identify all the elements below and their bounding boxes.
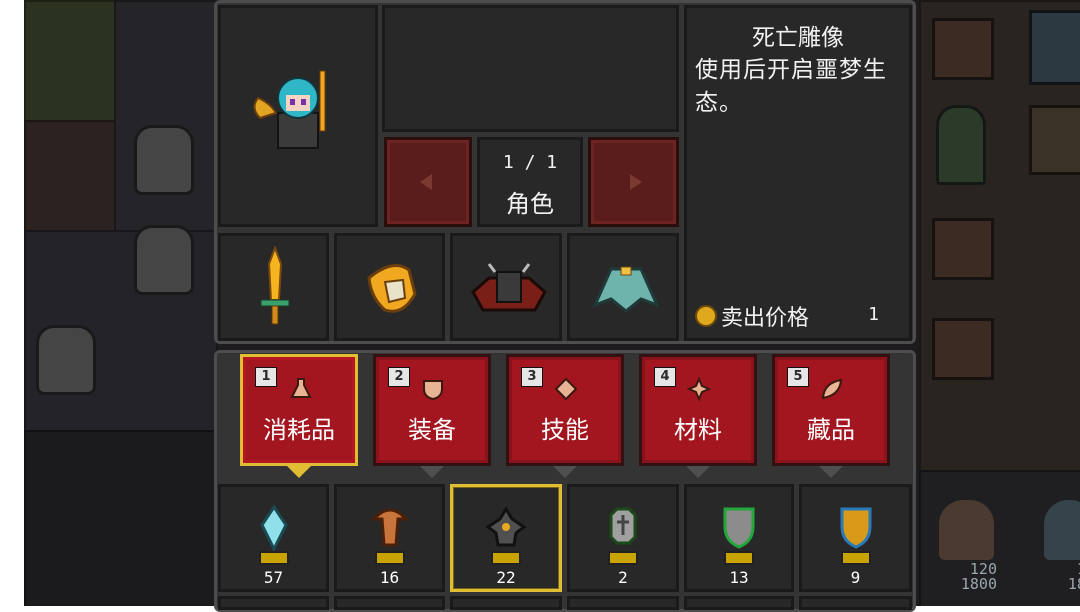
tab-number-badge: 4 bbox=[654, 367, 676, 387]
tombstone-icon bbox=[609, 507, 637, 545]
flask-icon bbox=[290, 378, 312, 398]
item-pedestal-icon bbox=[840, 551, 871, 565]
equipment-slot-shield[interactable] bbox=[334, 233, 445, 341]
tab-number-badge: 1 bbox=[255, 367, 277, 387]
tab-label: 消耗品 bbox=[263, 416, 335, 444]
item-count: 13 bbox=[729, 568, 749, 587]
planter-icon bbox=[932, 18, 994, 80]
preview-slot bbox=[382, 5, 679, 132]
tab-1[interactable]: 1 消耗品 bbox=[240, 354, 358, 466]
diamond-icon bbox=[554, 377, 578, 401]
hud-stat: 1201800 bbox=[1067, 562, 1080, 593]
inventory-slot[interactable]: 16 bbox=[334, 484, 445, 592]
item-name: 死亡雕像 bbox=[752, 25, 844, 51]
tab-number-badge: 5 bbox=[787, 367, 809, 387]
coin-icon bbox=[695, 305, 717, 327]
cabinet-icon bbox=[1029, 105, 1080, 175]
character-page-indicator: 1 / 1 角色 bbox=[477, 137, 583, 227]
golden-wing-shield-icon bbox=[367, 264, 417, 313]
ally-character-icon bbox=[1044, 500, 1080, 560]
item-count: 16 bbox=[379, 568, 400, 587]
bear-statue-icon bbox=[36, 325, 96, 395]
shield-icon bbox=[423, 380, 443, 401]
item-count: 22 bbox=[496, 568, 516, 587]
item-pedestal-icon bbox=[258, 551, 289, 565]
arrow-left-icon bbox=[420, 174, 432, 190]
tab-5[interactable]: 5 藏品 bbox=[772, 354, 890, 466]
tab-pointer-icon bbox=[819, 466, 843, 478]
previous-page-button[interactable] bbox=[384, 137, 472, 227]
tab-number-badge: 3 bbox=[521, 367, 543, 387]
tab-number-badge: 2 bbox=[388, 367, 410, 387]
plant-stand-icon bbox=[936, 105, 986, 185]
inventory-slot[interactable]: 2 bbox=[567, 484, 679, 592]
death-statue-icon bbox=[486, 506, 526, 547]
blue-crystal-icon bbox=[259, 505, 288, 551]
item-count: 2 bbox=[618, 568, 628, 587]
mushroom-icon bbox=[370, 508, 409, 547]
item-description: 使用后开启噩梦生态。 bbox=[695, 57, 887, 116]
planter-icon bbox=[932, 218, 994, 280]
tab-2[interactable]: 2 装备 bbox=[373, 354, 491, 466]
gray-shield-icon bbox=[723, 507, 755, 549]
inventory-slot[interactable] bbox=[218, 596, 329, 610]
inventory-slot[interactable]: 22 bbox=[450, 484, 562, 592]
equipment-slot-cape[interactable] bbox=[567, 233, 679, 341]
inventory-slot[interactable] bbox=[684, 596, 794, 610]
inventory-slot[interactable]: 57 bbox=[218, 484, 329, 592]
character-portrait-slot bbox=[218, 5, 378, 227]
bear-statue-icon bbox=[134, 225, 194, 295]
golden-sword-icon bbox=[260, 246, 290, 325]
next-page-button[interactable] bbox=[588, 137, 679, 227]
inventory-slot[interactable] bbox=[567, 596, 679, 610]
inventory-slot[interactable]: 9 bbox=[799, 484, 912, 592]
character-avatar-icon bbox=[253, 70, 326, 149]
item-pedestal-icon bbox=[724, 551, 754, 565]
arrow-right-icon bbox=[629, 174, 642, 190]
tab-4[interactable]: 4 材料 bbox=[639, 354, 757, 466]
item-pedestal-icon bbox=[491, 551, 521, 565]
ally-character-icon bbox=[939, 500, 994, 560]
tab-label: 技能 bbox=[541, 416, 589, 444]
tab-pointer-icon bbox=[553, 466, 577, 478]
inventory-slot[interactable] bbox=[334, 596, 445, 610]
inventory-slot[interactable] bbox=[799, 596, 912, 610]
tab-pointer-icon bbox=[287, 466, 311, 478]
tab-label: 藏品 bbox=[807, 416, 855, 444]
bear-statue-icon bbox=[134, 125, 194, 195]
inventory-slot[interactable] bbox=[450, 596, 562, 610]
page-number: 1 / 1 bbox=[502, 152, 558, 173]
equipment-slot-weapon[interactable] bbox=[218, 233, 329, 341]
teal-cape-icon bbox=[592, 266, 660, 313]
equipment-slot-armor[interactable] bbox=[450, 233, 562, 341]
tab-label: 装备 bbox=[408, 416, 456, 444]
leaf-icon bbox=[821, 378, 843, 400]
item-count: 9 bbox=[850, 568, 861, 587]
hud-stat: 1201800 bbox=[960, 560, 997, 593]
item-count: 57 bbox=[263, 568, 284, 587]
item-pedestal-icon bbox=[608, 551, 638, 565]
dark-horned-armor-icon bbox=[471, 263, 547, 312]
tab-3[interactable]: 3 技能 bbox=[506, 354, 624, 466]
item-pedestal-icon bbox=[374, 551, 405, 565]
sell-price-label: 卖出价格 bbox=[721, 306, 810, 331]
tab-label: 材料 bbox=[674, 416, 722, 444]
planter-icon bbox=[932, 318, 994, 380]
tab-pointer-icon bbox=[420, 466, 444, 478]
inventory-slot[interactable]: 13 bbox=[684, 484, 794, 592]
character-label: 角色 bbox=[506, 190, 554, 218]
tab-pointer-icon bbox=[686, 466, 710, 478]
sell-price-value: 1 bbox=[868, 304, 879, 325]
machine-icon bbox=[1029, 10, 1080, 85]
sparkle-icon bbox=[687, 377, 711, 401]
gold-shield-icon bbox=[840, 507, 871, 549]
item-detail-panel: 死亡雕像 使用后开启噩梦生态。 卖出价格 1 bbox=[684, 5, 912, 341]
